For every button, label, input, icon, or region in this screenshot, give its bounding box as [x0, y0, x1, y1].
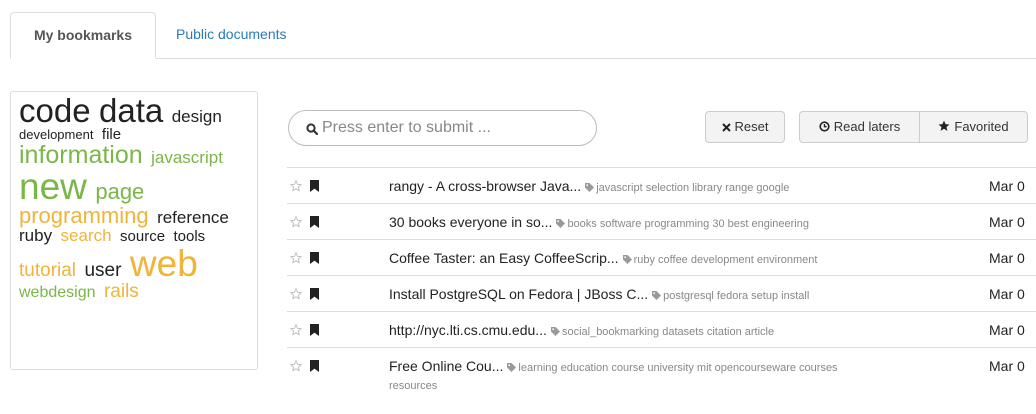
bookmark-tags: ruby coffee development environment — [622, 254, 818, 266]
favorited-button[interactable]: Favorited — [919, 111, 1028, 143]
bookmark-tags: social_bookmarking datasets citation art… — [550, 326, 775, 338]
bookmark-tags: postgresql fedora setup install — [652, 290, 809, 302]
tag-data[interactable]: data — [99, 94, 163, 127]
bookmark-tags: javascript selection library range googl… — [585, 182, 789, 194]
bookmark-date: Mar 0 — [989, 358, 1025, 374]
bookmark-title-text[interactable]: Coffee Taster: an Easy CoffeeScrip... — [389, 250, 619, 266]
bookmark-title[interactable]: 30 books everyone in so... books software… — [389, 214, 809, 230]
search-box[interactable] — [288, 110, 597, 146]
bookmark-title-text[interactable]: http://nyc.lti.cs.cmu.edu... — [389, 322, 547, 338]
read-laters-label: Read laters — [833, 119, 901, 134]
tag-webdesign[interactable]: webdesign — [19, 285, 96, 301]
bookmark-icon[interactable] — [310, 359, 319, 377]
tag-design[interactable]: design — [172, 108, 222, 125]
bookmark-title[interactable]: rangy - A cross-browser Java... javascrip… — [389, 178, 789, 194]
clock-icon — [819, 121, 830, 132]
read-laters-button[interactable]: Read laters — [799, 111, 920, 143]
reset-button[interactable]: Reset — [705, 111, 785, 143]
bookmark-date: Mar 0 — [989, 322, 1025, 338]
tag-new[interactable]: new — [19, 168, 87, 205]
favorited-label: Favorited — [954, 119, 1009, 134]
tag-icon — [550, 326, 562, 338]
tab-public-documents[interactable]: Public documents — [176, 12, 287, 58]
bookmark-title-text[interactable]: Free Online Cou... — [389, 358, 503, 374]
reset-label: Reset — [734, 119, 769, 134]
tag-javascript[interactable]: javascript — [151, 149, 223, 166]
bookmark-tags-text: learning education course university mit… — [518, 362, 838, 374]
bookmark-tags: learning education course university mit… — [507, 362, 838, 374]
tag-icon — [585, 182, 596, 194]
bookmark-icon[interactable] — [310, 251, 319, 269]
tag-icon — [507, 362, 518, 374]
tag-ruby[interactable]: ruby — [19, 227, 52, 244]
bookmark-title-text[interactable]: 30 books everyone in so... — [389, 214, 552, 230]
bookmark-row: http://nyc.lti.cs.cmu.edu... social_bookm… — [287, 311, 1036, 348]
tag-icon — [652, 290, 663, 302]
tag-icon — [622, 254, 634, 266]
tag-search[interactable]: search — [61, 227, 112, 244]
bookmark-icon[interactable] — [310, 215, 319, 233]
bookmark-title[interactable]: Coffee Taster: an Easy CoffeeScrip... rub… — [389, 250, 817, 266]
tag-programming[interactable]: programming — [19, 205, 149, 227]
tag-reference[interactable]: reference — [157, 209, 229, 226]
bookmark-icon[interactable] — [310, 323, 319, 341]
bookmark-tags: books software programming 30 best engin… — [556, 218, 809, 230]
favorite-star-icon[interactable] — [289, 251, 303, 269]
tag-rails[interactable]: rails — [104, 282, 139, 301]
tag-source[interactable]: source — [120, 229, 165, 244]
bookmark-date: Mar 0 — [989, 214, 1025, 230]
favorite-star-icon[interactable] — [289, 287, 303, 305]
favorite-star-icon[interactable] — [289, 359, 303, 377]
tag-page[interactable]: page — [95, 181, 144, 203]
bookmark-tags-text: ruby coffee development environment — [633, 254, 818, 266]
bookmark-row: 30 books everyone in so... books software… — [287, 203, 1036, 240]
bookmark-tags-text: social_bookmarking datasets citation art… — [561, 326, 775, 338]
bookmark-date: Mar 0 — [989, 286, 1025, 302]
bookmark-title[interactable]: Install PostgreSQL on Fedora | JBoss C..… — [389, 286, 809, 302]
favorite-star-icon[interactable] — [289, 179, 303, 197]
favorite-star-icon[interactable] — [289, 323, 303, 341]
bookmark-date: Mar 0 — [989, 178, 1025, 194]
tab-bar: My bookmarks Public documents — [10, 12, 1036, 59]
bookmark-row: Install PostgreSQL on Fedora | JBoss C..… — [287, 275, 1036, 312]
bookmark-tags-text: postgresql fedora setup install — [663, 290, 810, 302]
tag-code[interactable]: code — [19, 94, 91, 127]
bookmark-row: rangy - A cross-browser Java... javascrip… — [287, 167, 1036, 204]
tag-web[interactable]: web — [130, 245, 198, 282]
bookmark-date: Mar 0 — [989, 250, 1025, 266]
tag-tutorial[interactable]: tutorial — [19, 261, 76, 280]
tag-development[interactable]: development — [19, 128, 93, 141]
close-icon — [721, 123, 731, 132]
tag-tools[interactable]: tools — [174, 229, 206, 244]
bookmark-tags-text: books software programming 30 best engin… — [567, 218, 809, 230]
tag-file[interactable]: file — [102, 127, 121, 142]
bookmark-title[interactable]: http://nyc.lti.cs.cmu.edu... social_bookm… — [389, 322, 774, 338]
bookmark-title-text[interactable]: Install PostgreSQL on Fedora | JBoss C..… — [389, 286, 648, 302]
bookmark-tags-continued: resources — [389, 380, 438, 392]
search-icon — [306, 122, 319, 140]
bookmark-tags-text: javascript selection library range googl… — [596, 182, 790, 194]
star-icon — [938, 120, 950, 131]
bookmark-icon[interactable] — [310, 179, 319, 197]
bookmark-title-text[interactable]: rangy - A cross-browser Java... — [389, 178, 581, 194]
bookmark-row: Coffee Taster: an Easy CoffeeScrip... rub… — [287, 239, 1036, 276]
tag-user[interactable]: user — [84, 261, 121, 280]
bookmark-row: Free Online Cou... learning education cou… — [287, 347, 1036, 392]
search-input[interactable] — [322, 117, 582, 139]
tag-cloud: code data design development file inform… — [10, 91, 258, 370]
tag-information[interactable]: information — [19, 143, 143, 168]
bookmark-title[interactable]: Free Online Cou... learning education cou… — [389, 358, 838, 374]
tag-icon — [556, 218, 567, 230]
favorite-star-icon[interactable] — [289, 215, 303, 233]
bookmark-icon[interactable] — [310, 287, 319, 305]
tab-my-bookmarks[interactable]: My bookmarks — [10, 12, 156, 59]
